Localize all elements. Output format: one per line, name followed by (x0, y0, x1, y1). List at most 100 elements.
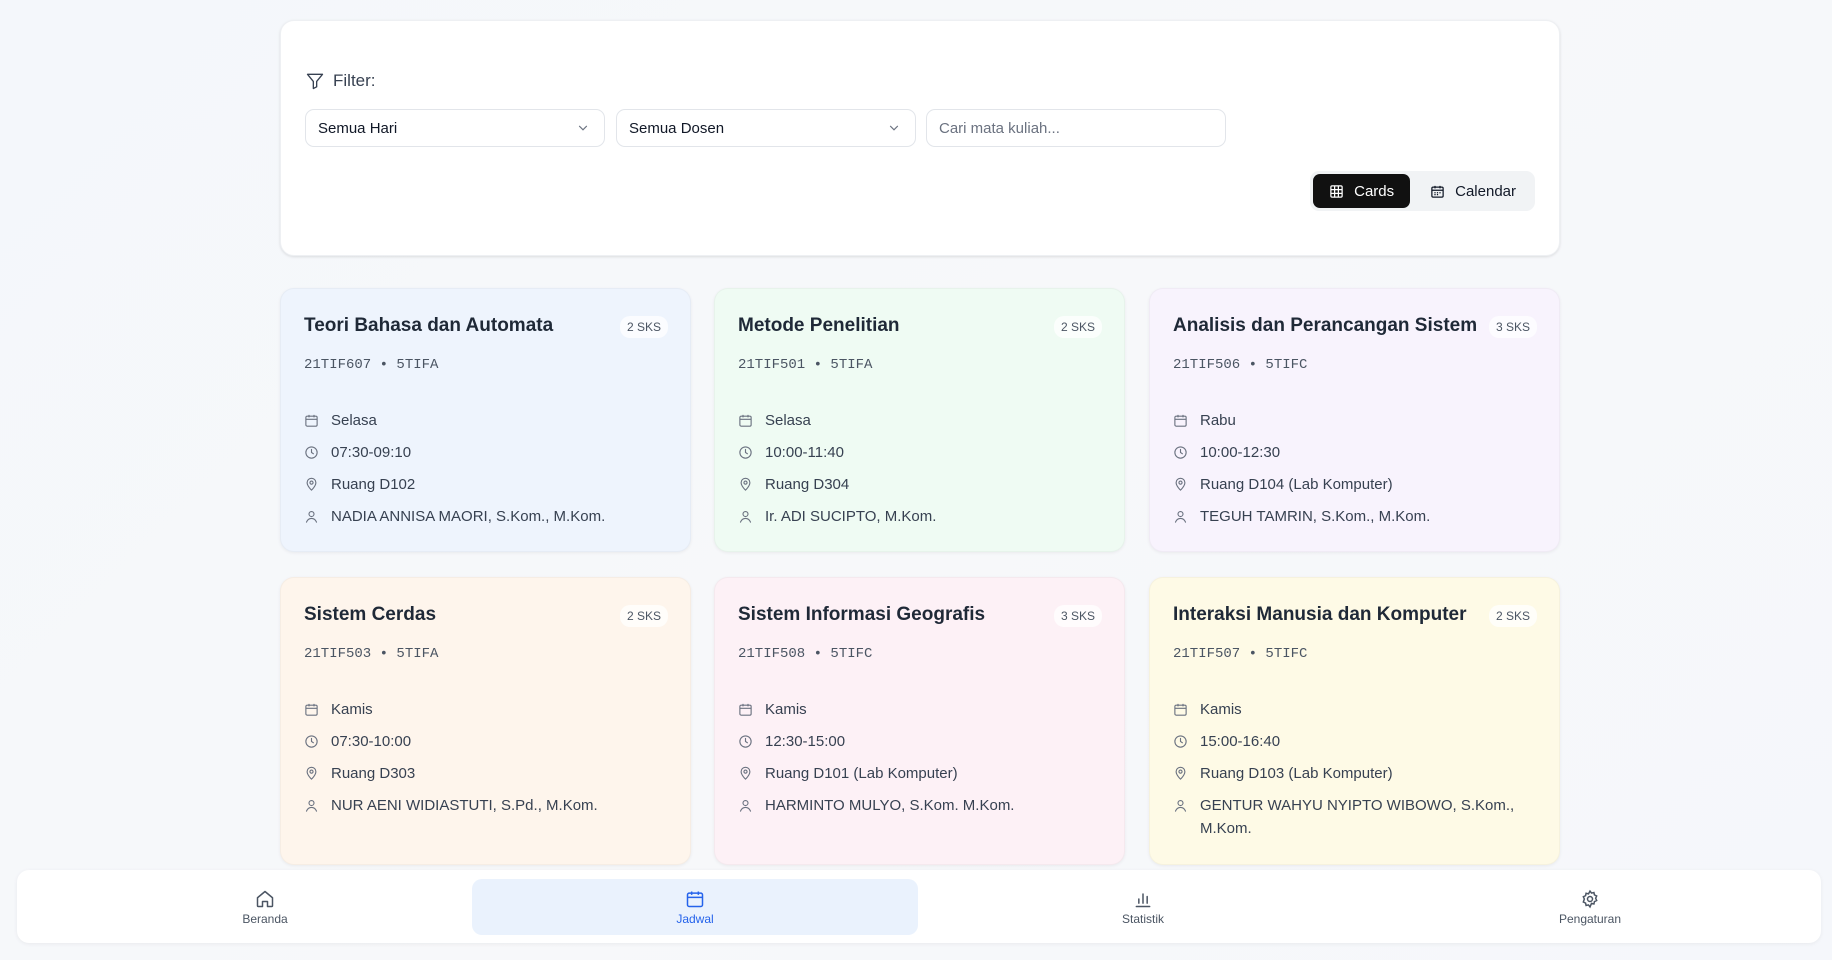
home-icon (255, 889, 275, 909)
clock-icon (304, 734, 319, 749)
course-day: Kamis (331, 701, 373, 718)
user-icon (1173, 509, 1188, 524)
lecturer-row: GENTUR WAHYU NYIPTO WIBOWO, S.Kom., M.Ko… (1173, 794, 1539, 840)
bottom-nav: Beranda Jadwal Statistik Pengaturan (17, 870, 1821, 943)
course-day: Selasa (331, 412, 377, 429)
calendar-icon (738, 413, 753, 428)
nav-item-schedule[interactable]: Jadwal (472, 879, 918, 935)
grid-icon (1329, 184, 1344, 199)
calendar-icon (738, 702, 753, 717)
map-pin-icon (1173, 477, 1188, 492)
course-room: Ruang D102 (331, 476, 416, 493)
sks-badge: 2 SKS (1488, 605, 1537, 627)
course-lecturer: NUR AENI WIDIASTUTI, S.Pd., M.Kom. (331, 797, 598, 814)
course-card[interactable]: Metode Penelitian 2 SKS 21TIF501 • 5TIFA… (714, 288, 1125, 552)
map-pin-icon (738, 766, 753, 781)
nav-item-home[interactable]: Beranda (42, 879, 488, 935)
course-code: 21TIF506 • 5TIFC (1173, 357, 1308, 373)
search-input[interactable] (926, 109, 1226, 147)
calendar-icon (685, 889, 705, 909)
course-card[interactable]: Sistem Informasi Geografis 3 SKS 21TIF50… (714, 577, 1125, 865)
calendar-icon (304, 702, 319, 717)
clock-icon (738, 734, 753, 749)
course-room: Ruang D304 (765, 476, 850, 493)
course-lecturer: TEGUH TAMRIN, S.Kom., M.Kom. (1200, 508, 1431, 525)
course-title: Teori Bahasa dan Automata (304, 315, 554, 336)
map-pin-icon (304, 477, 319, 492)
course-code: 21TIF508 • 5TIFC (738, 646, 873, 662)
day-row: Selasa (304, 409, 670, 432)
filter-header: Filter: (305, 71, 376, 91)
day-row: Rabu (1173, 409, 1539, 432)
view-toggle: Cards Calendar (1310, 171, 1535, 211)
course-card[interactable]: Sistem Cerdas 2 SKS 21TIF503 • 5TIFA Kam… (280, 577, 691, 865)
course-day: Rabu (1200, 412, 1236, 429)
calendar-icon (1173, 413, 1188, 428)
course-card[interactable]: Interaksi Manusia dan Komputer 2 SKS 21T… (1149, 577, 1560, 865)
course-title: Sistem Cerdas (304, 604, 437, 625)
bar-chart-icon (1133, 889, 1153, 909)
filter-panel: Filter: Semua Hari Semua Dosen Cards Cal… (280, 20, 1560, 256)
map-pin-icon (1173, 766, 1188, 781)
course-time: 07:30-09:10 (331, 444, 412, 461)
clock-icon (1173, 734, 1188, 749)
course-title: Sistem Informasi Geografis (738, 604, 986, 625)
course-day: Kamis (1200, 701, 1242, 718)
room-row: Ruang D103 (Lab Komputer) (1173, 762, 1539, 785)
user-icon (738, 798, 753, 813)
user-icon (304, 509, 319, 524)
course-time: 12:30-15:00 (765, 733, 846, 750)
calendar-view-button[interactable]: Calendar (1414, 174, 1532, 208)
lecturer-row: HARMINTO MULYO, S.Kom. M.Kom. (738, 794, 1104, 817)
course-code: 21TIF503 • 5TIFA (304, 646, 439, 662)
course-room: Ruang D101 (Lab Komputer) (765, 765, 958, 782)
day-row: Kamis (738, 698, 1104, 721)
lecturer-select[interactable]: Semua Dosen (616, 109, 916, 147)
course-code: 21TIF501 • 5TIFA (738, 357, 873, 373)
course-title: Metode Penelitian (738, 315, 900, 336)
course-time: 10:00-12:30 (1200, 444, 1281, 461)
nav-schedule-label: Jadwal (676, 911, 714, 926)
course-lecturer: Ir. ADI SUCIPTO, M.Kom. (765, 508, 937, 525)
filter-icon (305, 71, 325, 91)
course-day: Kamis (765, 701, 807, 718)
filter-label: Filter: (333, 71, 376, 90)
user-icon (738, 509, 753, 524)
time-row: 10:00-12:30 (1173, 441, 1539, 464)
lecturer-row: NUR AENI WIDIASTUTI, S.Pd., M.Kom. (304, 794, 670, 817)
course-room: Ruang D103 (Lab Komputer) (1200, 765, 1393, 782)
course-card[interactable]: Analisis dan Perancangan Sistem 3 SKS 21… (1149, 288, 1560, 552)
course-lecturer: HARMINTO MULYO, S.Kom. M.Kom. (765, 797, 1015, 814)
sks-badge: 3 SKS (1053, 605, 1102, 627)
room-row: Ruang D101 (Lab Komputer) (738, 762, 1104, 785)
clock-icon (1173, 445, 1188, 460)
day-row: Selasa (738, 409, 1104, 432)
room-row: Ruang D104 (Lab Komputer) (1173, 473, 1539, 496)
nav-item-stats[interactable]: Statistik (920, 879, 1366, 935)
chevron-down-icon (576, 121, 590, 135)
sks-badge: 2 SKS (619, 316, 668, 338)
time-row: 07:30-09:10 (304, 441, 670, 464)
lecturer-row: NADIA ANNISA MAORI, S.Kom., M.Kom. (304, 505, 670, 528)
time-row: 10:00-11:40 (738, 441, 1104, 464)
cards-view-button[interactable]: Cards (1313, 174, 1411, 208)
clock-icon (738, 445, 753, 460)
chevron-down-icon (887, 121, 901, 135)
course-code: 21TIF607 • 5TIFA (304, 357, 439, 373)
sks-badge: 2 SKS (619, 605, 668, 627)
nav-item-settings[interactable]: Pengaturan (1367, 879, 1813, 935)
room-row: Ruang D102 (304, 473, 670, 496)
sks-badge: 2 SKS (1053, 316, 1102, 338)
day-select[interactable]: Semua Hari (305, 109, 605, 147)
calendar-view-label: Calendar (1455, 182, 1516, 200)
clock-icon (304, 445, 319, 460)
map-pin-icon (738, 477, 753, 492)
room-row: Ruang D304 (738, 473, 1104, 496)
day-row: Kamis (1173, 698, 1539, 721)
course-room: Ruang D104 (Lab Komputer) (1200, 476, 1393, 493)
course-day: Selasa (765, 412, 811, 429)
calendar-icon (1430, 184, 1445, 199)
course-card[interactable]: Teori Bahasa dan Automata 2 SKS 21TIF607… (280, 288, 691, 552)
course-title: Analisis dan Perancangan Sistem (1173, 315, 1478, 336)
gear-icon (1580, 889, 1600, 909)
